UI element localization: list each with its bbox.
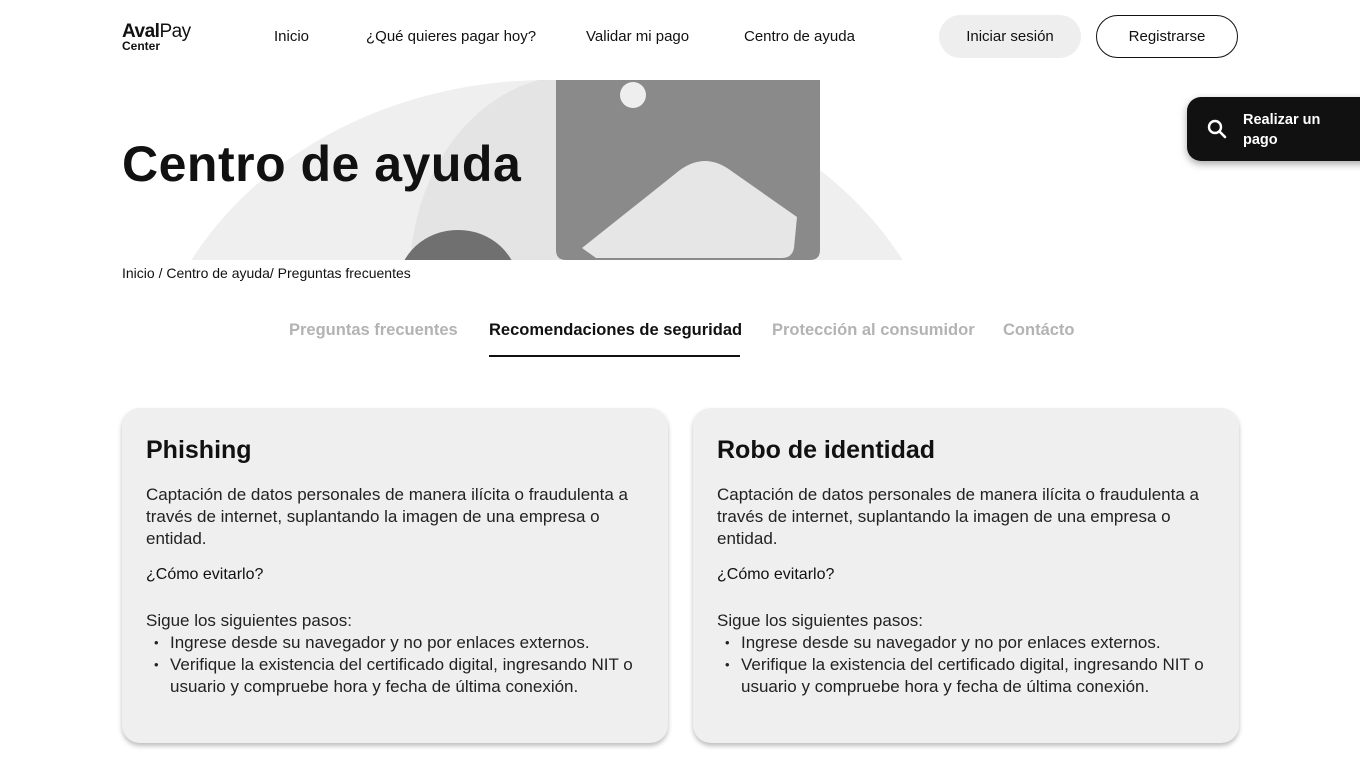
list-item: Ingrese desde su navegador y no por enla… xyxy=(146,632,646,654)
hero-banner: Centro de ayuda xyxy=(0,80,1360,260)
card-title: Phishing xyxy=(146,436,252,464)
tab-recomendaciones-seguridad[interactable]: Recomendaciones de seguridad xyxy=(489,320,742,340)
list-item: Verifique la existencia del certificado … xyxy=(717,654,1217,698)
card-how-title: ¿Cómo evitarlo? xyxy=(717,566,835,583)
realizar-pago-label: Realizar un pago xyxy=(1243,112,1321,148)
card-steps-list: Ingrese desde su navegador y no por enla… xyxy=(146,632,646,698)
breadcrumb: Inicio / Centro de ayuda/ Preguntas frec… xyxy=(122,265,411,281)
card-phishing: Phishing Captación de datos personales d… xyxy=(122,408,668,743)
page-title: Centro de ayuda xyxy=(122,136,522,192)
nav-que-quieres-pagar[interactable]: ¿Qué quieres pagar hoy? xyxy=(366,28,536,46)
card-description: Captación de datos personales de manera … xyxy=(717,485,1199,548)
breadcrumb-centro-ayuda[interactable]: Centro de ayuda xyxy=(166,265,270,281)
tab-contacto[interactable]: Contácto xyxy=(1003,320,1075,340)
list-item: Verifique la existencia del certificado … xyxy=(146,654,646,698)
nav-centro-ayuda[interactable]: Centro de ayuda xyxy=(744,28,855,46)
active-tab-indicator xyxy=(489,355,740,357)
card-robo-identidad: Robo de identidad Captación de datos per… xyxy=(693,408,1239,743)
register-button[interactable]: Registrarse xyxy=(1096,15,1238,58)
site-header: AvalPay Center Inicio ¿Qué quieres pagar… xyxy=(0,0,1360,80)
breadcrumb-inicio[interactable]: Inicio xyxy=(122,265,155,281)
breadcrumb-preguntas: Preguntas frecuentes xyxy=(277,265,411,281)
avalpay-center-logo[interactable]: AvalPay Center xyxy=(122,22,202,54)
card-steps-intro: Sigue los siguientes pasos: xyxy=(717,611,924,630)
tab-proteccion-consumidor[interactable]: Protección al consumidor xyxy=(772,320,975,340)
card-how-title: ¿Cómo evitarlo? xyxy=(146,566,264,583)
card-description: Captación de datos personales de manera … xyxy=(146,485,628,548)
list-item: Ingrese desde su navegador y no por enla… xyxy=(717,632,1217,654)
card-steps-list: Ingrese desde su navegador y no por enla… xyxy=(717,632,1217,698)
search-icon xyxy=(1207,119,1227,139)
nav-inicio[interactable]: Inicio xyxy=(274,28,309,46)
login-button[interactable]: Iniciar sesión xyxy=(939,15,1081,58)
card-steps-intro: Sigue los siguientes pasos: xyxy=(146,611,353,630)
nav-validar-pago[interactable]: Validar mi pago xyxy=(586,28,689,46)
tab-preguntas-frecuentes[interactable]: Preguntas frecuentes xyxy=(289,320,458,340)
realizar-pago-button[interactable]: Realizar un pago xyxy=(1187,97,1360,161)
card-title: Robo de identidad xyxy=(717,436,936,464)
